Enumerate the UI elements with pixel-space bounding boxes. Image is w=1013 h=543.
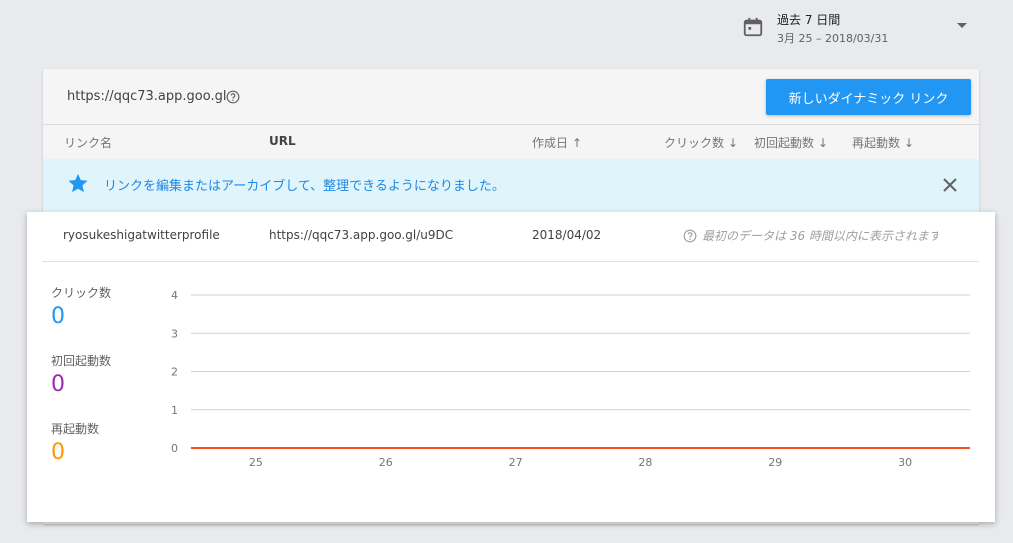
x-tick-label: 29: [768, 456, 782, 469]
metrics-line-chart: 0 1 2 3 4 25 26 27 28 29 30: [171, 289, 970, 469]
table-header: リンク名 URL 作成日 ↑ クリック数 ↓ 初回起動数 ↓ 再起動数 ↓: [43, 125, 979, 158]
link-detail-panel: ryosukeshigatwitterprofile https://qqc73…: [27, 212, 995, 522]
column-reopens[interactable]: 再起動数 ↓: [852, 134, 914, 151]
link-created-date: 2018/04/02: [532, 228, 602, 242]
column-first-opens[interactable]: 初回起動数 ↓: [754, 134, 828, 151]
link-url[interactable]: https://qqc73.app.goo.gl/u9DC: [269, 228, 453, 242]
x-tick-label: 30: [898, 456, 912, 469]
close-icon[interactable]: [941, 176, 959, 194]
link-name: ryosukeshigatwitterprofile: [63, 228, 220, 242]
column-created[interactable]: 作成日 ↑: [532, 134, 582, 151]
x-tick-label: 25: [249, 456, 263, 469]
sort-desc-icon: ↓: [818, 136, 829, 150]
first-opens-value: 0: [51, 372, 65, 397]
date-range-label: 過去 7 日間: [777, 13, 841, 27]
chevron-down-icon: [957, 23, 967, 28]
date-range-dates: 3月 25 – 2018/03/31: [777, 32, 889, 45]
x-tick-label: 26: [379, 456, 393, 469]
domain-url: https://qqc73.app.goo.gl: [67, 89, 227, 104]
column-name[interactable]: リンク名: [64, 134, 112, 151]
help-icon[interactable]: [683, 229, 697, 243]
column-clicks[interactable]: クリック数 ↓: [664, 134, 738, 151]
sort-asc-icon: ↑: [572, 136, 583, 150]
star-icon: [68, 173, 88, 193]
card-header: https://qqc73.app.goo.gl 新しいダイナミック リンク: [43, 69, 979, 125]
table-row[interactable]: ryosukeshigatwitterprofile https://qqc73…: [42, 212, 979, 262]
x-tick-label: 28: [638, 456, 652, 469]
clicks-label: クリック数: [51, 286, 112, 300]
first-opens-label: 初回起動数: [51, 354, 112, 368]
data-pending-message: 最初のデータは 36 時間以内に表示されます: [702, 229, 938, 243]
y-tick-label: 0: [171, 442, 178, 455]
y-tick-label: 2: [171, 366, 178, 379]
sort-desc-icon: ↓: [904, 136, 915, 150]
y-tick-label: 4: [171, 289, 178, 302]
date-range-selector[interactable]: 過去 7 日間 3月 25 – 2018/03/31: [740, 8, 980, 48]
info-banner: リンクを編集またはアーカイブして、整理できるようになりました。: [43, 159, 979, 211]
y-tick-label: 1: [171, 404, 178, 417]
help-icon[interactable]: [226, 90, 240, 104]
reopens-label: 再起動数: [51, 422, 100, 436]
calendar-icon: [743, 17, 763, 37]
sort-desc-icon: ↓: [728, 136, 739, 150]
y-tick-label: 3: [171, 327, 178, 340]
banner-message: リンクを編集またはアーカイブして、整理できるようになりました。: [104, 179, 505, 194]
clicks-value: 0: [51, 304, 65, 329]
column-url[interactable]: URL: [269, 134, 296, 148]
x-tick-label: 27: [509, 456, 523, 469]
new-dynamic-link-button[interactable]: 新しいダイナミック リンク: [766, 79, 971, 115]
reopens-value: 0: [51, 440, 65, 465]
